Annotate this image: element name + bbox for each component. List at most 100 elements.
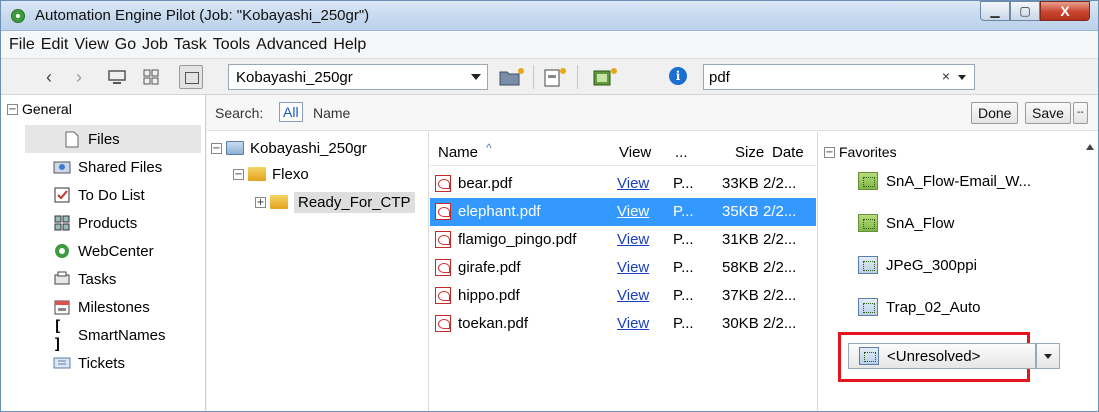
file-size: 58KB	[722, 259, 759, 276]
search-dropdown-icon[interactable]	[958, 75, 966, 80]
unresolved-selector[interactable]: <Unresolved>	[848, 343, 1036, 369]
favorites-panel: − Favorites SnA_Flow-Email_W... SnA_Flow…	[817, 132, 1098, 411]
maximize-icon[interactable]: ▢	[1010, 1, 1040, 21]
table-row[interactable]: hippo.pdf View P... 37KB 2/2...	[430, 282, 816, 310]
search-field[interactable]: ×	[703, 64, 975, 90]
back-icon[interactable]: ‹	[41, 67, 57, 87]
sidebar-item-shared-files[interactable]: Shared Files	[25, 153, 201, 181]
table-row[interactable]: girafe.pdf View P... 58KB 2/2...	[430, 254, 816, 282]
chevron-down-icon	[471, 74, 481, 80]
scroll-up-icon[interactable]	[1086, 144, 1094, 150]
table-row[interactable]: flamigo_pingo.pdf View P... 31KB 2/2...	[430, 226, 816, 254]
collapse-icon[interactable]: −	[7, 103, 18, 115]
new-job-icon[interactable]	[591, 65, 621, 89]
computer-icon[interactable]	[107, 67, 127, 87]
scope-all-button[interactable]: All	[279, 102, 303, 122]
view-link[interactable]: View	[617, 315, 649, 332]
close-icon[interactable]: X	[1040, 1, 1090, 21]
file-type: P...	[673, 175, 694, 192]
new-file-icon[interactable]	[541, 65, 571, 89]
favorite-item[interactable]: SnA_Flow-Email_W...	[858, 168, 1031, 194]
file-date: 2/2...	[763, 287, 797, 304]
favorite-item[interactable]: SnA_Flow	[858, 210, 954, 236]
clear-icon[interactable]: ×	[942, 68, 950, 84]
file-name: elephant.pdf	[458, 203, 541, 220]
column-header-size[interactable]: Size	[735, 144, 764, 161]
column-header-name[interactable]: Name	[438, 144, 478, 161]
sidebar-item-webcenter[interactable]: WebCenter	[25, 237, 201, 265]
tree-node-ready-for-ctp[interactable]: + Ready_For_CTP	[255, 190, 415, 214]
ticket-icon	[858, 298, 878, 316]
menu-job[interactable]: Job	[139, 36, 171, 54]
view-link[interactable]: View	[617, 175, 649, 192]
shared-files-icon	[53, 158, 71, 176]
collapse-icon[interactable]: −	[824, 146, 835, 158]
done-button[interactable]: Done	[971, 102, 1019, 124]
search-input[interactable]	[709, 68, 909, 86]
products-icon	[53, 214, 71, 232]
job-folder-icon	[226, 141, 244, 155]
pdf-file-icon	[435, 287, 451, 304]
menu-help[interactable]: Help	[330, 36, 369, 54]
view-link[interactable]: View	[617, 259, 649, 276]
view-link[interactable]: View	[617, 203, 649, 220]
checklist-icon	[53, 186, 71, 204]
favorites-label: Favorites	[839, 144, 897, 160]
forward-icon[interactable]: ›	[71, 67, 87, 87]
table-row[interactable]: bear.pdf View P... 33KB 2/2...	[430, 170, 816, 198]
collapse-icon[interactable]: −	[211, 142, 222, 154]
file-date: 2/2...	[763, 231, 797, 248]
menu-view[interactable]: View	[71, 36, 111, 54]
save-button[interactable]: Save	[1025, 102, 1071, 124]
grid-view-icon[interactable]	[141, 67, 161, 87]
menu-edit[interactable]: Edit	[38, 36, 72, 54]
sidebar: − General Files Shared Files To Do List	[1, 95, 206, 411]
panel-toggle-icon[interactable]	[179, 65, 203, 89]
sidebar-item-label: Products	[78, 214, 138, 232]
menu-file[interactable]: File	[6, 36, 38, 54]
file-date: 2/2...	[763, 259, 797, 276]
scope-name-button[interactable]: Name	[313, 105, 350, 121]
menu-task[interactable]: Task	[171, 36, 210, 54]
file-size: 30KB	[722, 315, 759, 332]
favorites-section[interactable]: − Favorites	[824, 144, 897, 160]
favorite-item[interactable]: JPeG_300ppi	[858, 252, 977, 278]
file-name: toekan.pdf	[458, 315, 529, 332]
sidebar-item-milestones[interactable]: Milestones	[25, 293, 201, 321]
chevron-down-icon[interactable]	[1036, 343, 1060, 369]
sidebar-section-label: General	[22, 101, 72, 117]
column-header-view[interactable]: View	[619, 144, 651, 161]
table-row[interactable]: elephant.pdf View P... 35KB 2/2...	[430, 198, 816, 226]
sidebar-item-label: Tickets	[78, 354, 125, 372]
folder-icon	[270, 195, 288, 209]
column-header-date[interactable]: Date	[772, 144, 804, 161]
table-row[interactable]: toekan.pdf View P... 30KB 2/2...	[430, 310, 816, 338]
sidebar-section-general[interactable]: − General	[7, 101, 72, 117]
tree-node-job[interactable]: − Kobayashi_250gr	[211, 136, 367, 160]
sidebar-item-tasks[interactable]: Tasks	[25, 265, 201, 293]
expand-icon[interactable]: +	[255, 196, 266, 208]
menu-advanced[interactable]: Advanced	[253, 36, 330, 54]
view-link[interactable]: View	[617, 231, 649, 248]
collapse-icon[interactable]: −	[233, 168, 244, 180]
menu-tools[interactable]: Tools	[210, 36, 253, 54]
sidebar-item-smartnames[interactable]: [ ] SmartNames	[25, 317, 201, 353]
minimize-icon[interactable]: ▁	[980, 1, 1010, 21]
favorite-item[interactable]: Trap_02_Auto	[858, 294, 981, 320]
column-header-more[interactable]: ...	[675, 144, 688, 161]
info-icon[interactable]: i	[669, 67, 687, 85]
sidebar-item-tickets[interactable]: Tickets	[25, 349, 201, 377]
view-link[interactable]: View	[617, 287, 649, 304]
job-selector[interactable]: Kobayashi_250gr	[228, 64, 488, 90]
sidebar-item-files[interactable]: Files	[25, 125, 201, 153]
more-button[interactable]: --	[1073, 102, 1088, 124]
sidebar-item-products[interactable]: Products	[25, 209, 201, 237]
new-folder-icon[interactable]	[497, 65, 527, 89]
sidebar-item-to-do-list[interactable]: To Do List	[25, 181, 201, 209]
sidebar-item-label: Shared Files	[78, 158, 163, 176]
tree-node-flexo[interactable]: − Flexo	[233, 162, 309, 186]
tree-node-label: Ready_For_CTP	[294, 191, 415, 213]
menu-go[interactable]: Go	[112, 36, 139, 54]
file-name: bear.pdf	[458, 175, 513, 192]
file-date: 2/2...	[763, 175, 797, 192]
